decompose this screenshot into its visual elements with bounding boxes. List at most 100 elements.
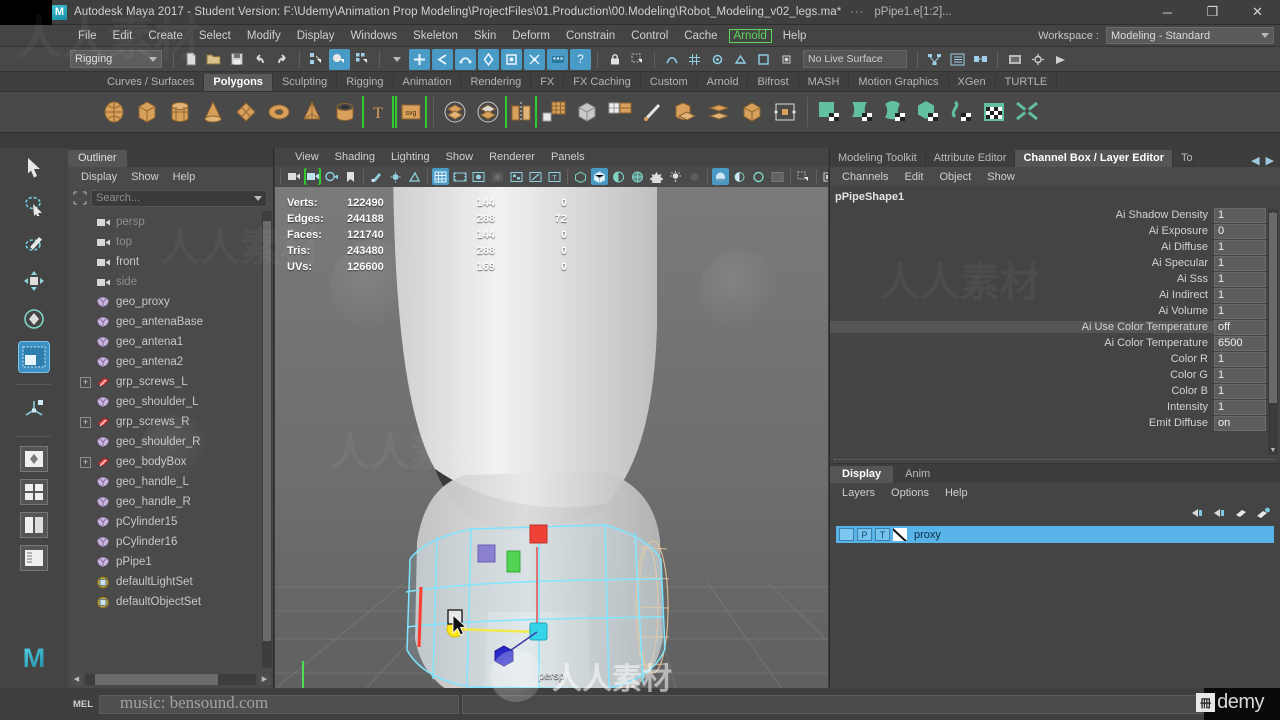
outliner-item-pcylinder16[interactable]: pCylinder16 <box>68 532 273 552</box>
new-layer-icon[interactable] <box>1234 506 1248 520</box>
channel-value-field[interactable]: 1 <box>1214 383 1266 399</box>
outliner-item-geo_antena2[interactable]: geo_antena2 <box>68 352 273 372</box>
shelf-tab-curves-surfaces[interactable]: Curves / Surfaces <box>98 74 205 91</box>
poly-boolean-difference-icon[interactable] <box>472 96 504 128</box>
channel-label[interactable]: Emit Diffuse <box>830 417 1214 429</box>
outliner-item-side[interactable]: side <box>68 272 273 292</box>
uv-editor-icon[interactable] <box>978 96 1010 128</box>
mel-label[interactable]: MEL <box>70 699 96 710</box>
component-options-icon[interactable] <box>386 49 407 70</box>
layer-color-swatch[interactable] <box>893 528 907 541</box>
outliner-item-geo_handle_r[interactable]: geo_handle_R <box>68 492 273 512</box>
minimize-button[interactable]: ─ <box>1145 0 1190 24</box>
viewport-menu-lighting[interactable]: Lighting <box>383 151 438 163</box>
channel-value-field[interactable]: off <box>1214 319 1266 335</box>
scrollbar-thumb[interactable] <box>1269 213 1277 403</box>
poly-multicut-icon[interactable] <box>637 96 669 128</box>
channel-label[interactable]: Color G <box>830 369 1214 381</box>
gate-mask-icon[interactable] <box>489 168 506 185</box>
move-layer-up-icon[interactable] <box>1190 506 1204 520</box>
wireframe-shading-icon[interactable] <box>572 168 589 185</box>
poly-cube-icon[interactable] <box>131 96 163 128</box>
image-plane-icon[interactable] <box>368 168 385 185</box>
chevron-down-icon[interactable] <box>254 195 262 201</box>
uv-contour-stretch-icon[interactable] <box>945 96 977 128</box>
expand-toggle-icon[interactable]: + <box>80 376 91 388</box>
hypergraph-icon[interactable] <box>924 49 945 70</box>
ipr-render-icon[interactable] <box>1050 49 1071 70</box>
uv-unfold-icon[interactable] <box>1011 96 1043 128</box>
select-edge-icon[interactable] <box>432 48 453 70</box>
channel-value-field[interactable]: 1 <box>1214 303 1266 319</box>
channel-row[interactable]: Color G1 <box>830 367 1280 383</box>
outliner-menu-display[interactable]: Display <box>74 170 124 184</box>
save-scene-icon[interactable] <box>226 49 247 70</box>
channel-value-field[interactable]: 1 <box>1214 271 1266 287</box>
channelbox-menu-show[interactable]: Show <box>979 170 1023 184</box>
make-live-icon[interactable] <box>776 49 797 70</box>
channel-value-field[interactable]: 1 <box>1214 255 1266 271</box>
two-sided-lighting-icon[interactable] <box>387 168 404 185</box>
maximize-button[interactable]: ❐ <box>1190 0 1235 24</box>
undo-icon[interactable] <box>249 49 270 70</box>
color-management-icon[interactable] <box>769 168 786 185</box>
shelf-tab-sculpting[interactable]: Sculpting <box>273 74 338 91</box>
outliner-item-defaultobjectset[interactable]: defaultObjectSet <box>68 592 273 612</box>
channelbox-scrollbar[interactable]: ▲ ▼ <box>1268 209 1278 455</box>
scroll-right-button[interactable]: ▶ <box>259 673 270 685</box>
highlight-selection-icon[interactable] <box>627 49 648 70</box>
lock-selection-icon[interactable] <box>604 49 625 70</box>
snap-grid-icon[interactable] <box>684 49 705 70</box>
layers-menu-options[interactable]: Options <box>883 486 937 500</box>
select-hull-icon[interactable] <box>501 48 522 70</box>
snap-projection-icon[interactable] <box>730 49 751 70</box>
layer-list[interactable]: P Tproxy <box>830 524 1280 688</box>
screen-space-ao-icon[interactable] <box>712 168 729 185</box>
poly-type-icon[interactable]: T <box>362 96 394 128</box>
shelf-tab-animation[interactable]: Animation <box>394 74 462 91</box>
select-camera-icon[interactable] <box>285 168 302 185</box>
scroll-down-arrow[interactable]: ▼ <box>1268 445 1278 455</box>
shadows-icon[interactable] <box>406 168 423 185</box>
channel-label[interactable]: Intensity <box>830 401 1214 413</box>
channel-row[interactable]: Intensity 1 <box>830 399 1280 415</box>
layout-four-view-icon[interactable] <box>20 479 48 505</box>
rotate-tool-icon[interactable] <box>19 304 49 334</box>
shelf-tab-motion-graphics[interactable]: Motion Graphics <box>849 74 949 91</box>
poly-smooth-icon[interactable] <box>571 96 603 128</box>
bookmark-icon[interactable] <box>342 168 359 185</box>
workspace-dropdown[interactable]: Modeling - Standard <box>1106 27 1274 44</box>
poly-bridge-icon[interactable] <box>736 96 768 128</box>
snap-point-icon[interactable] <box>707 49 728 70</box>
close-button[interactable]: ✕ <box>1235 0 1280 24</box>
channelbox-menu-edit[interactable]: Edit <box>896 170 931 184</box>
shelf-tab-polygons[interactable]: Polygons <box>204 74 273 91</box>
channel-row[interactable]: Ai Use Color Temperature off <box>830 319 1280 335</box>
outliner-window-icon[interactable] <box>947 49 968 70</box>
layers-menu-layers[interactable]: Layers <box>834 486 883 500</box>
channel-value-field[interactable]: 1 <box>1214 287 1266 303</box>
shelf-tab-rendering[interactable]: Rendering <box>461 74 532 91</box>
channel-value-field[interactable]: 6500 <box>1214 335 1266 351</box>
layout-outliner-persp-icon[interactable] <box>20 545 48 571</box>
channel-value-field[interactable]: 1 <box>1214 351 1266 367</box>
poly-extract-icon[interactable] <box>604 96 636 128</box>
poly-extrude-icon[interactable] <box>670 96 702 128</box>
shelf-tab-mash[interactable]: MASH <box>799 74 850 91</box>
channel-row[interactable]: Ai Color Temperature 6500 <box>830 335 1280 351</box>
snap-view-plane-icon[interactable] <box>753 49 774 70</box>
poly-pyramid-icon[interactable] <box>296 96 328 128</box>
poly-pipe-icon[interactable] <box>329 96 361 128</box>
select-tool-icon[interactable] <box>19 152 49 182</box>
outliner-vertical-scrollbar[interactable] <box>262 211 272 668</box>
layer-template-toggle[interactable]: T <box>875 528 890 541</box>
live-surface-field[interactable]: No Live Surface <box>803 50 907 68</box>
tab-display-layers[interactable]: Display <box>830 466 894 483</box>
outliner-tab[interactable]: Outliner <box>68 150 127 167</box>
channel-row[interactable]: Ai Exposure 0 <box>830 223 1280 239</box>
select-by-component-icon[interactable] <box>352 49 373 70</box>
channel-row[interactable]: Color R1 <box>830 351 1280 367</box>
shelf-tab-bifrost[interactable]: Bifrost <box>748 74 799 91</box>
poly-boolean-union-icon[interactable] <box>439 96 471 128</box>
channelbox-menu-object[interactable]: Object <box>931 170 979 184</box>
